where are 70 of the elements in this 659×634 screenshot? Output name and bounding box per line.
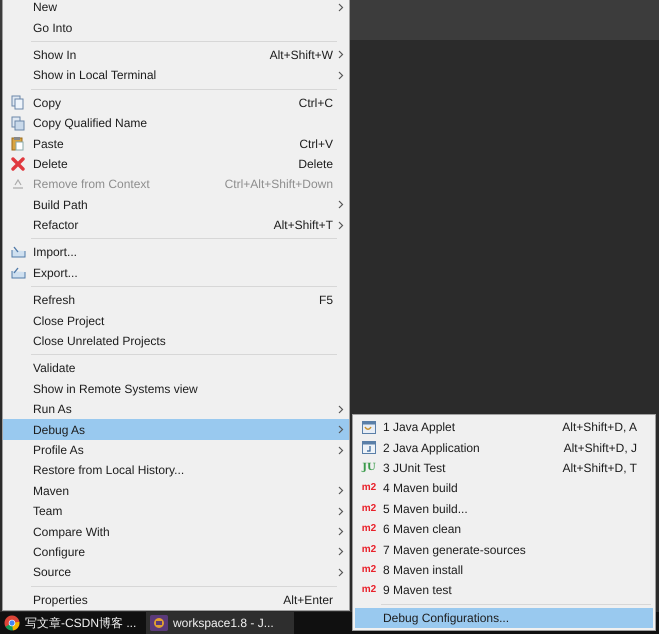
menu-item[interactable]: Restore from Local History... [3, 460, 349, 481]
menu-item[interactable]: Validate [3, 358, 349, 379]
menu-item[interactable]: Profile As [3, 440, 349, 460]
export-icon [10, 266, 26, 279]
chevron-icon [338, 404, 344, 414]
app-icon [150, 615, 168, 631]
menu-item[interactable]: Close Unrelated Projects [3, 330, 349, 352]
chevron-icon [338, 506, 344, 516]
menu-item[interactable]: 1 Java Applet Alt+Shift+D, A [355, 417, 653, 438]
chevron-icon [338, 70, 344, 80]
badge-text: JU [362, 462, 376, 473]
menu-item[interactable]: 2 Java Application Alt+Shift+D, J [355, 437, 653, 458]
menu-item[interactable]: Refactor Alt+Shift+T [3, 214, 349, 236]
chevron-icon [338, 200, 344, 210]
remove-icon [11, 178, 25, 190]
chevron-icon [338, 425, 344, 434]
menu-item[interactable]: m2 5 Maven build... [355, 498, 653, 519]
menu-item[interactable]: m2 9 Maven test [355, 580, 653, 601]
menu-item[interactable]: Properties Alt+Enter [3, 590, 349, 610]
copy-icon [11, 116, 25, 131]
applet-icon [362, 420, 376, 434]
menu-item[interactable]: Delete Delete [3, 154, 349, 174]
browser-icon [4, 615, 20, 631]
menu-item[interactable]: Compare With [3, 521, 349, 542]
menu-item[interactable]: JU 3 JUnit Test Alt+Shift+D, T [355, 458, 653, 478]
window-icon [362, 441, 376, 454]
chevron-icon [338, 220, 344, 230]
taskbar-button[interactable]: workspace1.8 - J... [146, 612, 294, 634]
menu-item[interactable]: Show In Alt+Shift+W [3, 44, 349, 66]
badge-text: m2 [362, 585, 376, 596]
import-icon [10, 246, 26, 258]
taskbar-button[interactable]: 写文章-CSDN博客 ... [0, 612, 146, 634]
chevron-icon [338, 568, 344, 577]
menu-item[interactable]: m2 6 Maven clean [355, 518, 653, 540]
menu-item[interactable]: Run As [3, 399, 349, 420]
copy-icon [11, 95, 25, 110]
badge-text: m2 [362, 504, 376, 514]
badge-text: m2 [362, 483, 376, 494]
clipboard-icon [11, 136, 25, 152]
badge-text: m2 [362, 564, 376, 575]
menu-item[interactable]: New [3, 0, 349, 18]
menu-item[interactable]: Paste Ctrl+V [3, 133, 349, 154]
menu-item[interactable]: Show in Remote Systems view [3, 378, 349, 400]
menu-item[interactable]: Build Path [3, 194, 349, 215]
menu-item[interactable]: m2 4 Maven build [355, 478, 653, 499]
menu-item[interactable]: Team [3, 500, 349, 522]
menu-item[interactable]: Close Project [3, 310, 349, 331]
chevron-icon [338, 2, 344, 12]
menu-item[interactable]: Source [3, 562, 349, 583]
chevron-icon [338, 527, 344, 536]
menu-item[interactable]: Maven [3, 480, 349, 501]
delete-icon [11, 156, 25, 171]
menu-item[interactable]: Debug Configurations... [355, 608, 653, 628]
menu-item[interactable]: m2 8 Maven install [355, 560, 653, 580]
badge-text: m2 [362, 524, 376, 534]
chevron-icon [338, 547, 344, 556]
menu-item[interactable]: Refresh F5 [3, 290, 349, 310]
badge-text: m2 [362, 544, 376, 555]
chevron-icon [338, 50, 344, 60]
menu-item[interactable]: Copy Qualified Name [3, 112, 349, 134]
menu-item[interactable]: Copy Ctrl+C [3, 92, 349, 113]
chevron-icon [338, 486, 344, 496]
menu-item[interactable]: Configure [3, 542, 349, 562]
menu-item[interactable]: Show in Local Terminal [3, 65, 349, 86]
menu-item[interactable]: m2 7 Maven generate-sources [355, 539, 653, 560]
menu-item[interactable]: Export... [3, 262, 349, 284]
menu-item[interactable]: Debug As [3, 419, 349, 440]
menu-item[interactable]: Go Into [3, 17, 349, 38]
chevron-icon [338, 446, 344, 454]
menu-item[interactable]: Import... [3, 242, 349, 263]
